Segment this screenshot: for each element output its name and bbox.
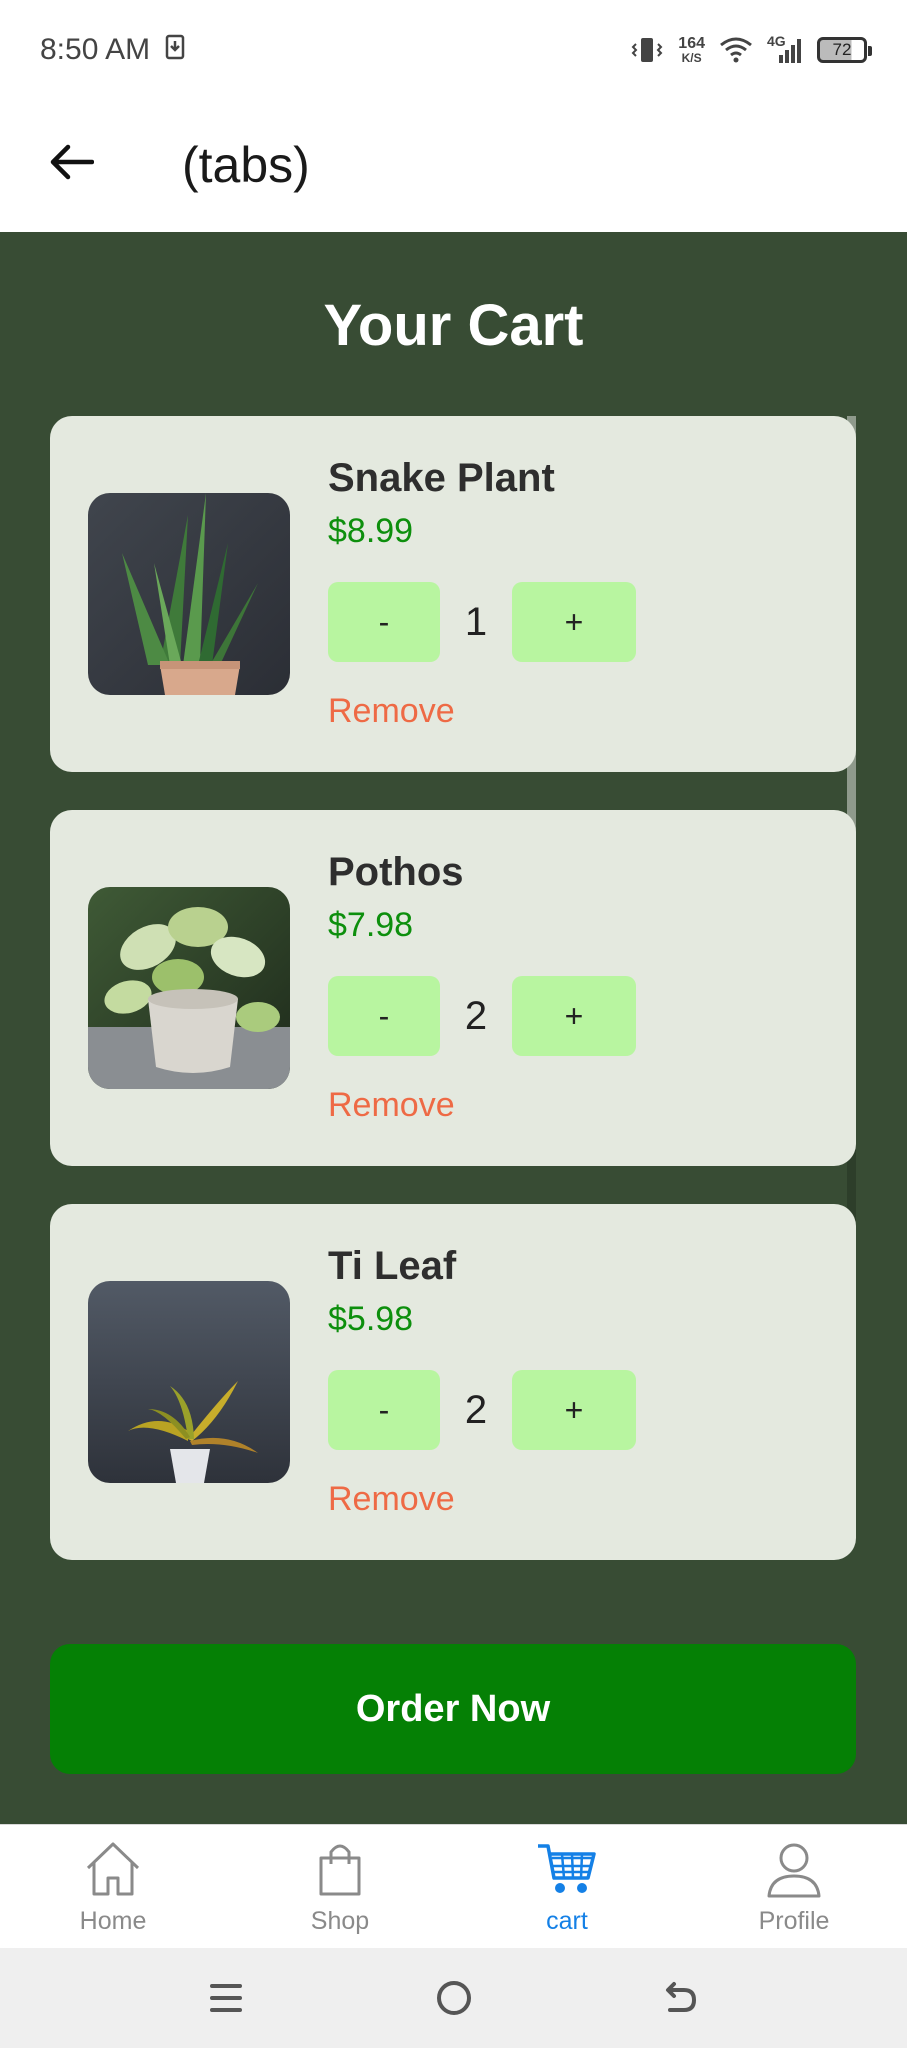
profile-icon bbox=[767, 1843, 821, 1898]
system-back-button[interactable] bbox=[654, 1972, 706, 2024]
tab-label: Shop bbox=[310, 1907, 370, 1935]
status-bar: 8:50 AM 164 K/S 4G 72 bbox=[0, 0, 907, 100]
item-price: $8.99 bbox=[328, 512, 414, 550]
tab-cart[interactable]: cart bbox=[454, 1825, 680, 1949]
item-price: $7.98 bbox=[328, 906, 414, 944]
status-icons: 164 K/S 4G 72 bbox=[630, 30, 872, 70]
signal-icon: 4G bbox=[767, 33, 803, 65]
recent-apps-button[interactable] bbox=[200, 1972, 252, 2024]
tab-home[interactable]: Home bbox=[0, 1825, 226, 1949]
back-icon bbox=[666, 1982, 696, 2012]
system-home-button[interactable] bbox=[428, 1972, 480, 2024]
bottom-tab-bar: Home Shop cart Profile bbox=[0, 1824, 907, 1949]
item-name: Ti Leaf bbox=[328, 1244, 457, 1288]
battery-level: 72 bbox=[832, 40, 852, 59]
item-name: Pothos bbox=[328, 850, 464, 894]
tab-profile[interactable]: Profile bbox=[681, 1825, 907, 1949]
network-speed-value: 164 bbox=[678, 35, 705, 52]
cart-screen[interactable]: Your Cart Snake Plant $8.99 - 1 + Remove… bbox=[0, 232, 907, 1824]
quantity-value: 2 bbox=[464, 993, 488, 1038]
page-title: (tabs) bbox=[182, 137, 310, 193]
quantity-value: 2 bbox=[464, 1387, 488, 1432]
menu-icon bbox=[210, 1984, 242, 2012]
remove-button[interactable]: Remove bbox=[328, 1480, 455, 1519]
pothos-image bbox=[88, 887, 290, 1089]
cart-item: Pothos $7.98 - 2 + Remove bbox=[50, 810, 856, 1166]
decrease-quantity-button[interactable]: - bbox=[328, 1370, 440, 1450]
shopping-bag-icon bbox=[319, 1844, 361, 1896]
cart-title: Your Cart bbox=[323, 293, 584, 358]
arrow-left-icon bbox=[50, 144, 94, 180]
ti-leaf-image bbox=[88, 1281, 290, 1483]
tab-label: Profile bbox=[758, 1907, 830, 1935]
wifi-icon bbox=[720, 37, 752, 63]
increase-quantity-button[interactable]: + bbox=[512, 976, 636, 1056]
tab-label: cart bbox=[546, 1907, 588, 1935]
item-name: Snake Plant bbox=[328, 456, 555, 500]
order-now-button[interactable]: Order Now bbox=[50, 1644, 856, 1774]
cart-item: Ti Leaf $5.98 - 2 + Remove bbox=[50, 1204, 856, 1560]
increase-quantity-button[interactable]: + bbox=[512, 1370, 636, 1450]
remove-button[interactable]: Remove bbox=[328, 692, 455, 731]
tab-shop[interactable]: Shop bbox=[227, 1825, 453, 1949]
home-circle-icon bbox=[437, 1981, 471, 2015]
tab-label: Home bbox=[79, 1907, 147, 1935]
system-nav-bar bbox=[0, 1948, 907, 2048]
item-price: $5.98 bbox=[328, 1300, 414, 1338]
decrease-quantity-button[interactable]: - bbox=[328, 976, 440, 1056]
status-time: 8:50 AM bbox=[40, 33, 151, 66]
back-button[interactable] bbox=[40, 130, 104, 194]
home-icon bbox=[86, 1842, 140, 1896]
app-header: (tabs) bbox=[0, 100, 907, 232]
network-speed-unit: K/S bbox=[681, 51, 702, 65]
network-speed: 164 K/S bbox=[678, 35, 705, 65]
remove-button[interactable]: Remove bbox=[328, 1086, 455, 1125]
download-icon bbox=[165, 34, 185, 60]
battery-icon: 72 bbox=[817, 37, 872, 63]
cart-item: Snake Plant $8.99 - 1 + Remove bbox=[50, 416, 856, 772]
increase-quantity-button[interactable]: + bbox=[512, 582, 636, 662]
quantity-value: 1 bbox=[464, 599, 488, 644]
snake-plant-image bbox=[88, 493, 290, 695]
vibrate-icon bbox=[631, 38, 663, 62]
decrease-quantity-button[interactable]: - bbox=[328, 582, 440, 662]
cart-icon bbox=[538, 1844, 596, 1893]
